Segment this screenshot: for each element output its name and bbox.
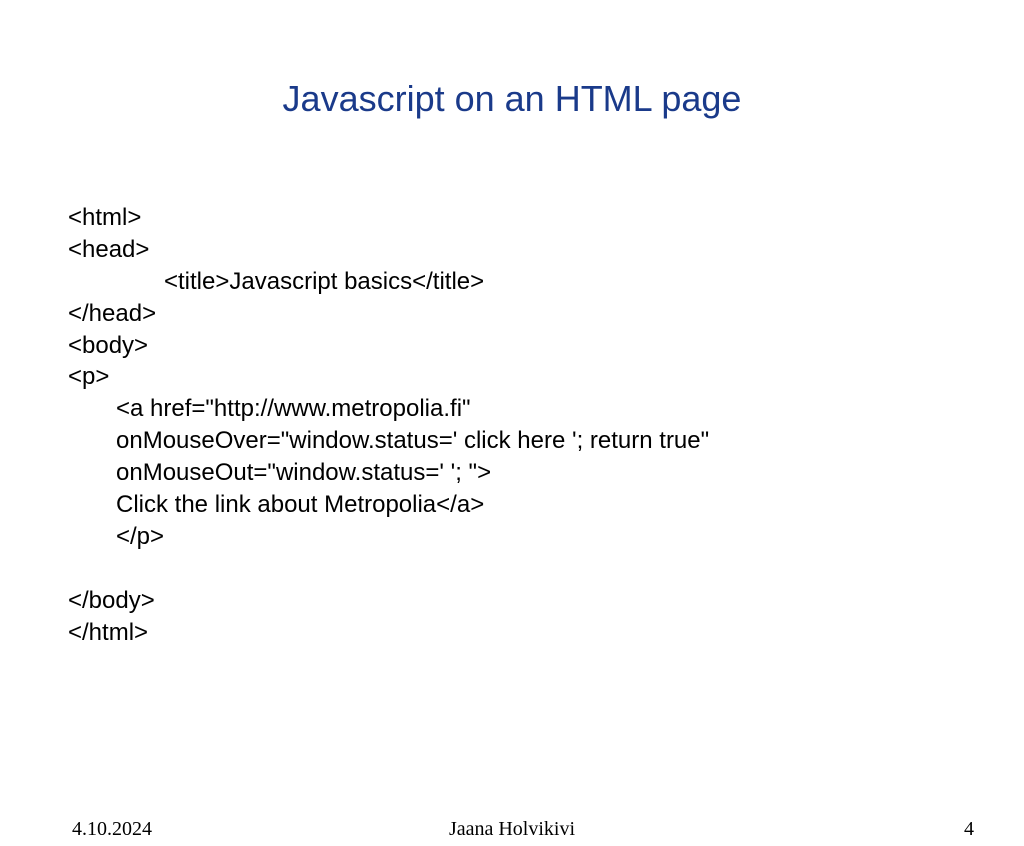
code-line: </head> (68, 300, 156, 327)
code-line: </p> (68, 523, 164, 550)
slide-container: Javascript on an HTML page <html> <head>… (0, 78, 1024, 846)
code-line: </html> (68, 619, 148, 646)
code-line: <head> (68, 236, 149, 263)
code-line: <a href="http://www.metropolia.fi" (68, 395, 471, 422)
code-line: </body> (68, 587, 155, 614)
code-line: <body> (68, 332, 148, 359)
code-line: <p> (68, 363, 109, 390)
code-line: <title>Javascript basics</title> (68, 268, 484, 295)
footer-author: Jaana Holvikivi (0, 818, 1024, 841)
code-line: onMouseOver="window.status=' click here … (68, 427, 709, 454)
slide-title: Javascript on an HTML page (0, 78, 1024, 120)
code-line: Click the link about Metropolia</a> (68, 491, 484, 518)
code-example: <html> <head> <title>Javascript basics</… (68, 170, 956, 649)
footer-page-number: 4 (964, 818, 974, 841)
code-line: <html> (68, 204, 141, 231)
code-line: onMouseOut="window.status=' '; "> (68, 459, 491, 486)
